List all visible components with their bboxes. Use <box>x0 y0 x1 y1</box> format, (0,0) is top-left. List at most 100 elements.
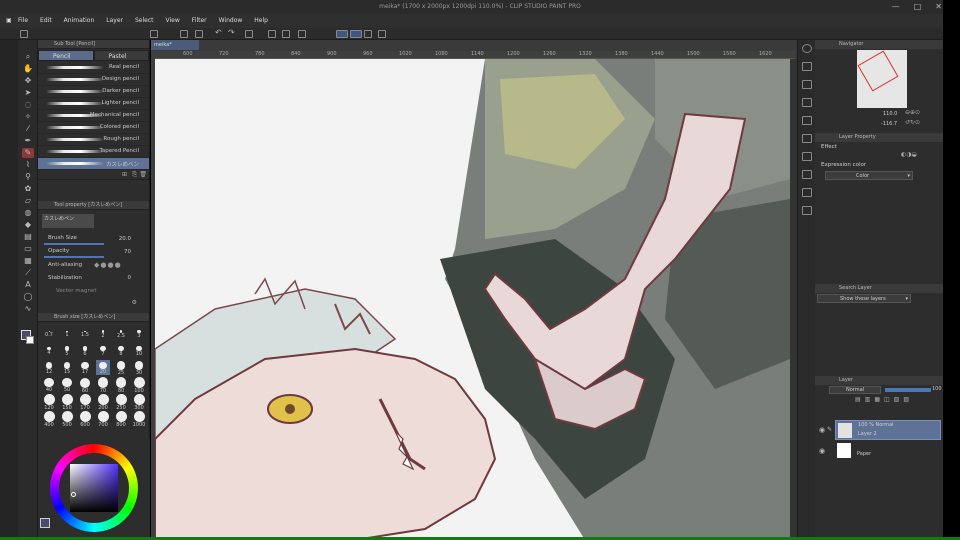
brush-size-option[interactable]: 600 <box>78 411 92 428</box>
zoom-icon[interactable]: ⌕ <box>22 52 34 62</box>
text-icon[interactable]: A <box>22 280 34 290</box>
brush-item-real-pencil[interactable]: Real pencil <box>38 62 149 74</box>
stabilization-value[interactable]: 0 <box>128 275 132 281</box>
layer-opacity-slider[interactable] <box>885 388 931 392</box>
pencil-icon[interactable]: ✎ <box>22 148 34 158</box>
eyedropper-icon[interactable]: ⁄ <box>22 124 34 134</box>
menu-select[interactable]: Select <box>129 14 160 28</box>
clear-icon[interactable] <box>245 30 253 38</box>
canvas-vertical-scrollbar[interactable] <box>790 59 797 540</box>
sub-view-icon[interactable] <box>802 62 812 71</box>
correct-line-icon[interactable]: ∿ <box>22 304 34 314</box>
brush-size-option[interactable]: 1000 <box>132 411 146 428</box>
brush-size-option[interactable]: 12 <box>42 360 56 375</box>
brush-size-option[interactable]: 200 <box>96 394 110 411</box>
fill-icon[interactable] <box>268 30 276 38</box>
navigator-view-frame[interactable] <box>857 50 899 92</box>
brush-item-rough-pencil[interactable]: Rough pencil <box>38 134 149 146</box>
blend-mode-select[interactable]: Normal <box>829 386 881 394</box>
opacity-row[interactable]: Opacity 70 <box>38 247 149 260</box>
brush-size-option[interactable]: 50 <box>60 377 74 393</box>
menu-layer[interactable]: Layer <box>100 14 129 28</box>
auto-select-icon[interactable]: ✧ <box>22 112 34 122</box>
material-icon[interactable] <box>802 80 812 89</box>
menu-filter[interactable]: Filter <box>186 14 213 28</box>
brush-icon[interactable]: ⌇ <box>22 160 34 170</box>
redo-icon[interactable]: ↷ <box>228 29 236 38</box>
add-subtool-icon[interactable]: ⊞ <box>122 171 127 178</box>
tab-pencil[interactable]: Pencil <box>38 50 94 61</box>
navigator-preview[interactable] <box>857 50 907 108</box>
airbrush-icon[interactable]: ⚲ <box>22 172 34 182</box>
anti-aliasing-row[interactable]: Anti-aliasing ◆●●● <box>38 260 149 273</box>
vector-magnet-row[interactable]: Vector magnet <box>38 286 149 299</box>
search-layer-filter[interactable]: Show these layers ▾ <box>817 294 911 303</box>
brush-size-row[interactable]: Brush Size 20.0 <box>38 234 149 247</box>
eraser-icon[interactable]: ▱ <box>22 196 34 206</box>
brush-size-option[interactable]: 100 <box>132 377 146 394</box>
delete-subtool-icon[interactable]: 🗑 <box>139 171 147 178</box>
maximize-button[interactable]: □ <box>914 0 922 14</box>
brush-size-option[interactable]: 1 <box>60 326 74 338</box>
menu-edit[interactable]: Edit <box>34 14 58 28</box>
rotation-value[interactable]: -116.7 <box>881 121 897 127</box>
brush-item-kasure-pen[interactable]: カスレめペン <box>38 158 149 170</box>
lasso-icon[interactable]: ◌ <box>22 100 34 110</box>
tab-pastel[interactable]: Pastel <box>93 50 149 61</box>
close-button[interactable]: ✕ <box>935 0 942 14</box>
anti-aliasing-options[interactable]: ◆●●● <box>94 261 122 269</box>
brush-item-design-pencil[interactable]: Design pencil <box>38 74 149 86</box>
deselect-icon[interactable] <box>298 30 306 38</box>
layer-toolbar[interactable]: ▤▥▦◫▧▨ <box>817 396 941 406</box>
brush-size-option[interactable]: 60 <box>78 377 92 394</box>
brush-size-option[interactable]: 300 <box>132 394 146 411</box>
document-tab[interactable]: meika* <box>151 40 199 50</box>
ruler-icon[interactable]: ⟋ <box>22 268 34 278</box>
blend-icon[interactable]: ◍ <box>22 208 34 218</box>
brush-size-option[interactable]: 40 <box>42 377 56 393</box>
brush-size-option[interactable]: 17 <box>78 360 92 375</box>
snap-icon[interactable] <box>336 30 348 38</box>
brush-size-option[interactable]: 7 <box>96 343 110 357</box>
brush-size-option[interactable]: 10 <box>132 343 146 357</box>
eye-icon[interactable]: ◉ <box>819 426 825 434</box>
transform-icon[interactable] <box>282 30 290 38</box>
undo-icon[interactable]: ↶ <box>215 29 223 38</box>
brush-size-option[interactable]: 1.5 <box>78 326 92 338</box>
frame-icon[interactable]: ▦ <box>22 256 34 266</box>
zoom-buttons[interactable]: ⊖⊕⊙ <box>905 109 920 116</box>
brush-size-option[interactable]: 500 <box>60 411 74 428</box>
property-settings-icon[interactable]: ⚙ <box>132 299 137 306</box>
brush-size-option[interactable]: 4 <box>42 343 56 356</box>
canvas-icon[interactable] <box>150 30 158 38</box>
material-2-icon[interactable] <box>802 98 812 107</box>
effect-icons[interactable]: ◐◑◒ <box>901 151 917 158</box>
minimize-button[interactable]: — <box>892 0 900 14</box>
save-icon[interactable] <box>180 30 188 38</box>
brush-item-colored-pencil[interactable]: Colored pencil <box>38 122 149 134</box>
rotate-buttons[interactable]: ↺↻⊙ <box>905 119 920 126</box>
brush-size-option[interactable]: 5 <box>60 343 74 357</box>
layer-row-layer-2[interactable]: 100 % Normal Layer 2 <box>835 420 941 440</box>
fill-tool-icon[interactable]: ◆ <box>22 220 34 230</box>
balloon-icon[interactable]: ◯ <box>22 292 34 302</box>
brush-item-mechanical-pencil[interactable]: Mechanical pencil <box>38 110 149 122</box>
navigator-icon[interactable] <box>802 44 812 53</box>
snap-ruler-icon[interactable] <box>350 30 362 38</box>
color-picker-cursor[interactable] <box>71 492 76 497</box>
opacity-value[interactable]: 70 <box>124 249 131 255</box>
brush-size-value[interactable]: 20.0 <box>119 236 131 242</box>
figure-icon[interactable]: ▭ <box>22 244 34 254</box>
brush-size-option[interactable]: 170 <box>78 394 92 411</box>
brush-size-option[interactable]: 2.5 <box>114 326 128 339</box>
menu-animation[interactable]: Animation <box>58 14 101 28</box>
brush-item-tapered-pencil[interactable]: Tapered Pencil <box>38 146 149 158</box>
brush-size-option[interactable]: 8 <box>114 343 128 357</box>
brush-size-option[interactable]: 70 <box>96 377 110 394</box>
sub-color-swatch[interactable] <box>26 336 34 344</box>
stabilization-row[interactable]: Stabilization 0 <box>38 273 149 286</box>
brush-size-option[interactable]: 800 <box>114 411 128 428</box>
layer-property-icon[interactable] <box>802 134 812 143</box>
settings-icon[interactable] <box>195 30 203 38</box>
new-icon[interactable] <box>20 30 28 38</box>
